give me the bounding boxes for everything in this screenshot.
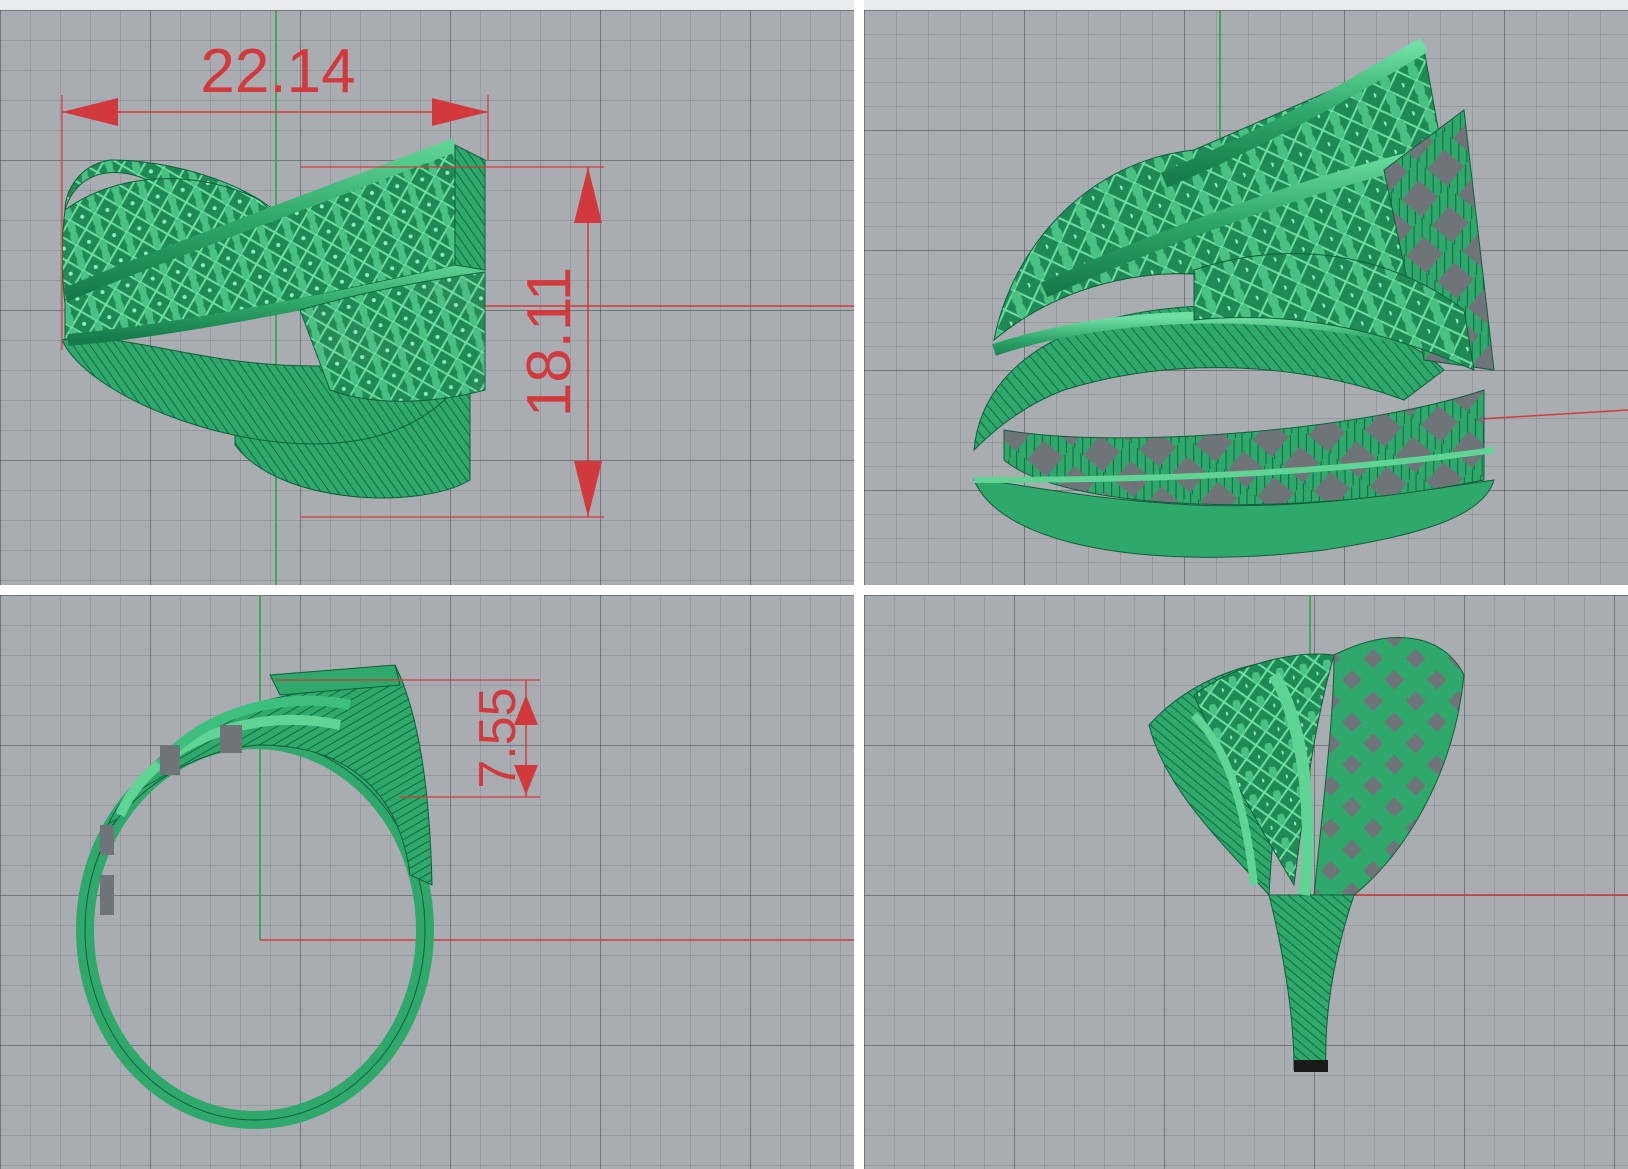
viewport-perspective[interactable] [864, 10, 1628, 585]
ring-side-model[interactable] [76, 664, 434, 1129]
viewport-side[interactable]: 7.55 [0, 595, 854, 1169]
viewport-frame-top [0, 0, 854, 10]
dimension-height-label: 18.11 [515, 267, 584, 418]
arrowhead-right-icon [432, 98, 488, 126]
arrowhead-left-icon [62, 98, 118, 126]
viewport-frame-top [864, 0, 1628, 10]
viewport-front[interactable]: 22.14 18.11 [0, 10, 854, 585]
viewport-top[interactable] [864, 595, 1628, 1169]
x-axis-line [1463, 409, 1628, 421]
dimension-width-label: 22.14 [200, 37, 355, 106]
ring-top-model[interactable] [1148, 637, 1465, 1072]
dimension-thickness-label: 7.55 [469, 687, 527, 788]
ring-front-model[interactable] [61, 138, 487, 499]
arrowhead-down-icon [574, 461, 602, 517]
ring-perspective-model[interactable] [973, 38, 1495, 558]
arrowhead-up-icon [574, 167, 602, 223]
